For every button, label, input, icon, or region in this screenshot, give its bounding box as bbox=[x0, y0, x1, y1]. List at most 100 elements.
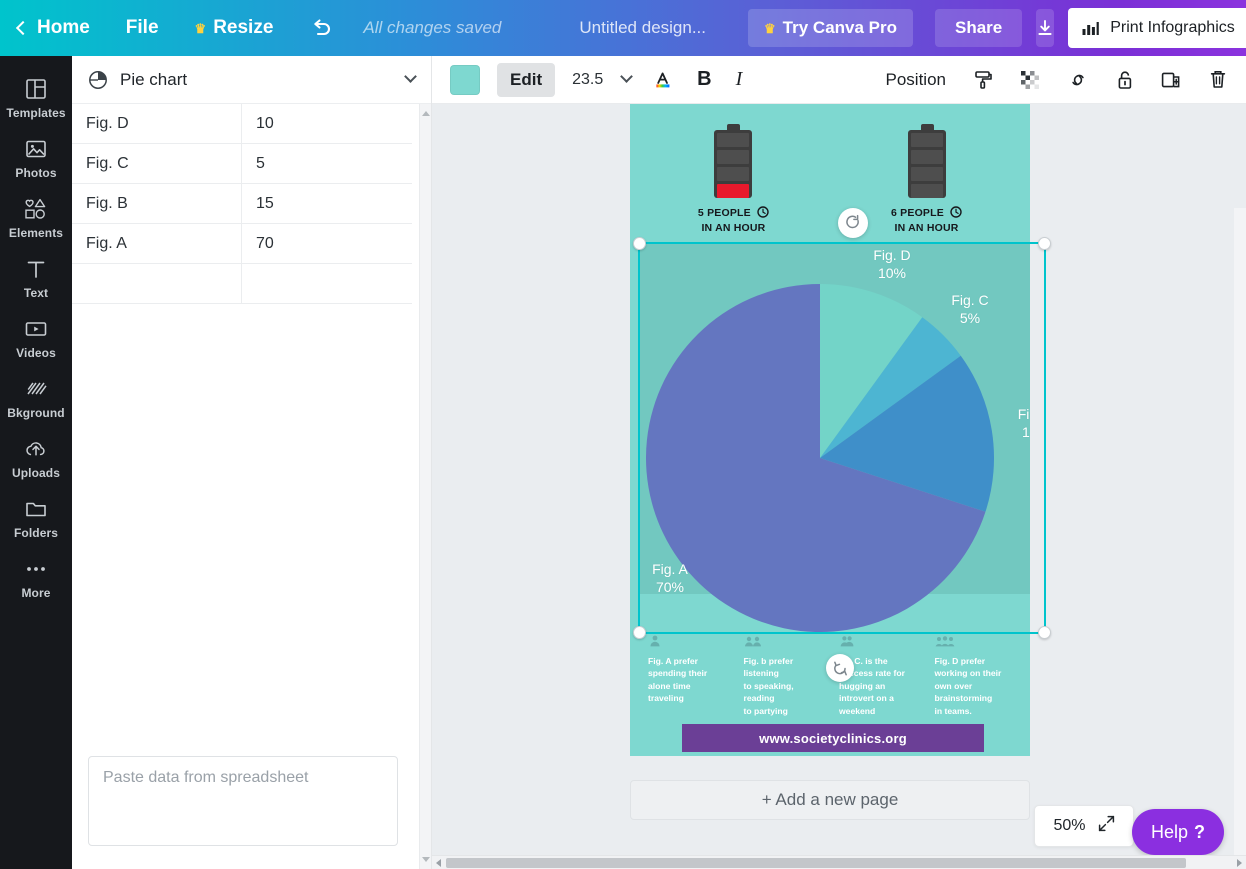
pro-label: Try Canva Pro bbox=[782, 18, 897, 37]
uploads-icon bbox=[24, 437, 48, 461]
try-canva-pro-button[interactable]: ♛ Try Canva Pro bbox=[748, 9, 913, 47]
edit-button[interactable]: Edit bbox=[497, 62, 556, 97]
help-button[interactable]: Help ? bbox=[1132, 809, 1224, 855]
scroll-left-arrow-icon[interactable] bbox=[436, 858, 441, 867]
data-value-cell[interactable]: 5 bbox=[242, 144, 412, 184]
add-new-page-button[interactable]: + Add a new page bbox=[630, 780, 1030, 820]
canvas-horizontal-scrollbar[interactable] bbox=[432, 855, 1246, 869]
bold-button[interactable]: B bbox=[697, 68, 711, 91]
scroll-down-arrow-icon[interactable] bbox=[422, 857, 430, 865]
pie-label-fig-c: Fig. C 5% bbox=[951, 292, 989, 326]
transparency-icon bbox=[1021, 70, 1039, 89]
scroll-up-arrow-icon[interactable] bbox=[422, 108, 430, 116]
font-size-value: 23.5 bbox=[572, 70, 604, 88]
data-value-cell[interactable]: 15 bbox=[242, 184, 412, 224]
download-icon bbox=[1038, 20, 1052, 35]
sidebar-item-elements[interactable]: Elements bbox=[0, 188, 72, 248]
battery-segment-low bbox=[717, 184, 750, 198]
pie-label-fig-a: Fig. A 70% bbox=[652, 561, 688, 595]
resize-handle-top-right[interactable] bbox=[1038, 237, 1051, 250]
resize-button[interactable]: ♛ Resize bbox=[195, 17, 274, 39]
sidebar-label-photos: Photos bbox=[15, 166, 57, 180]
sidebar-item-videos[interactable]: Videos bbox=[0, 308, 72, 368]
battery-body bbox=[907, 130, 946, 198]
rotate-icon bbox=[846, 214, 859, 229]
sidebar-item-text[interactable]: Text bbox=[0, 248, 72, 308]
share-button[interactable]: Share bbox=[935, 9, 1023, 47]
battery-segment bbox=[717, 133, 750, 147]
pie-chart-element[interactable]: Fig. D10% Fig. C5% Fig. B15% Fig. A70% bbox=[638, 244, 1030, 634]
table-row[interactable]: Fig. D 10 bbox=[72, 104, 431, 144]
undo-button[interactable] bbox=[311, 18, 333, 38]
crown-icon-pro: ♛ bbox=[764, 20, 776, 36]
paste-data-input[interactable] bbox=[88, 756, 398, 846]
sidebar-item-more[interactable]: More bbox=[0, 548, 72, 608]
italic-button[interactable]: I bbox=[736, 68, 743, 91]
sidebar-item-folders[interactable]: Folders bbox=[0, 488, 72, 548]
zoom-control[interactable]: 50% bbox=[1034, 805, 1134, 847]
download-button[interactable] bbox=[1036, 9, 1055, 47]
pie-label-fig-b: Fig. B15% bbox=[1017, 406, 1030, 440]
fullscreen-icon[interactable] bbox=[1098, 815, 1115, 837]
undo-icon bbox=[314, 19, 331, 36]
rotate-handle-bottom[interactable] bbox=[826, 654, 854, 682]
panel-scrollbar[interactable] bbox=[419, 104, 431, 869]
duplicate-button[interactable] bbox=[1160, 65, 1182, 95]
transparency-button[interactable] bbox=[1020, 65, 1040, 95]
sidebar-label-elements: Elements bbox=[8, 226, 64, 240]
sidebar-item-background[interactable]: Bkground bbox=[0, 368, 72, 428]
link-button[interactable] bbox=[1066, 65, 1090, 95]
fact-column: Fig. b prefer listening to speaking, rea… bbox=[744, 634, 828, 717]
bold-label: B bbox=[697, 68, 712, 90]
paste-data-area bbox=[88, 756, 398, 851]
sidebar-item-photos[interactable]: Photos bbox=[0, 128, 72, 188]
panel-collapse-button[interactable] bbox=[404, 69, 417, 89]
file-menu-button[interactable]: File bbox=[126, 17, 159, 39]
fact-text: Fig. D prefer working on their own over … bbox=[934, 656, 1002, 716]
text-color-button[interactable] bbox=[653, 65, 675, 95]
position-label: Position bbox=[885, 69, 946, 89]
data-value-cell[interactable]: 70 bbox=[242, 224, 412, 264]
data-label-cell[interactable]: Fig. D bbox=[72, 104, 242, 144]
position-button[interactable]: Position bbox=[886, 70, 946, 90]
table-row[interactable]: Fig. A 70 bbox=[72, 224, 431, 264]
resize-handle-bottom-right[interactable] bbox=[1038, 626, 1051, 639]
font-size-selector[interactable]: 23.5 bbox=[572, 70, 633, 89]
copy-style-button[interactable] bbox=[972, 65, 994, 95]
table-row[interactable]: Fig. B 15 bbox=[72, 184, 431, 224]
chart-type-header[interactable]: Pie chart bbox=[72, 56, 431, 104]
canvas-vertical-scrollbar[interactable] bbox=[1234, 208, 1246, 869]
battery-stats-group: 5 PEOPLE IN AN HOUR 6 PEOPLE IN AN HOUR bbox=[630, 124, 1030, 236]
duplicate-icon bbox=[1161, 72, 1180, 87]
home-button[interactable]: Home bbox=[15, 17, 90, 39]
save-status: All changes saved bbox=[363, 18, 502, 37]
sidebar-item-templates[interactable]: Templates bbox=[0, 68, 72, 128]
delete-button[interactable] bbox=[1208, 65, 1228, 95]
chart-data-panel: Pie chart Fig. D 10 Fig. C 5 Fig. B 15 F… bbox=[72, 56, 432, 869]
data-label-cell[interactable]: Fig. C bbox=[72, 144, 242, 184]
print-infographics-button[interactable]: Print Infographics bbox=[1068, 8, 1246, 48]
canvas-area[interactable]: 5 PEOPLE IN AN HOUR 6 PEOPLE IN AN HOUR … bbox=[432, 104, 1246, 869]
data-value-cell[interactable] bbox=[242, 264, 412, 304]
scroll-right-arrow-icon[interactable] bbox=[1237, 858, 1242, 867]
battery-icon bbox=[907, 124, 946, 198]
document-title[interactable]: Untitled design... bbox=[579, 18, 706, 38]
scrollbar-thumb[interactable] bbox=[446, 858, 1186, 868]
file-label: File bbox=[125, 17, 159, 38]
table-row[interactable] bbox=[72, 264, 431, 304]
color-swatch-button[interactable] bbox=[450, 64, 480, 95]
people-icon bbox=[744, 634, 828, 648]
chevron-down-icon bbox=[404, 69, 417, 83]
table-row[interactable]: Fig. C 5 bbox=[72, 144, 431, 184]
data-label-cell[interactable]: Fig. A bbox=[72, 224, 242, 264]
toolbar-right-group: Position bbox=[886, 65, 1228, 95]
data-label-cell[interactable]: Fig. B bbox=[72, 184, 242, 224]
data-label-cell[interactable] bbox=[72, 264, 242, 304]
data-value-cell[interactable]: 10 bbox=[242, 104, 412, 144]
clock-icon bbox=[757, 206, 769, 222]
battery-stat: 5 PEOPLE IN AN HOUR bbox=[698, 124, 769, 236]
rotate-handle-top-right[interactable] bbox=[838, 208, 868, 238]
sidebar-item-uploads[interactable]: Uploads bbox=[0, 428, 72, 488]
edit-label: Edit bbox=[510, 69, 543, 89]
lock-button[interactable] bbox=[1116, 65, 1134, 95]
